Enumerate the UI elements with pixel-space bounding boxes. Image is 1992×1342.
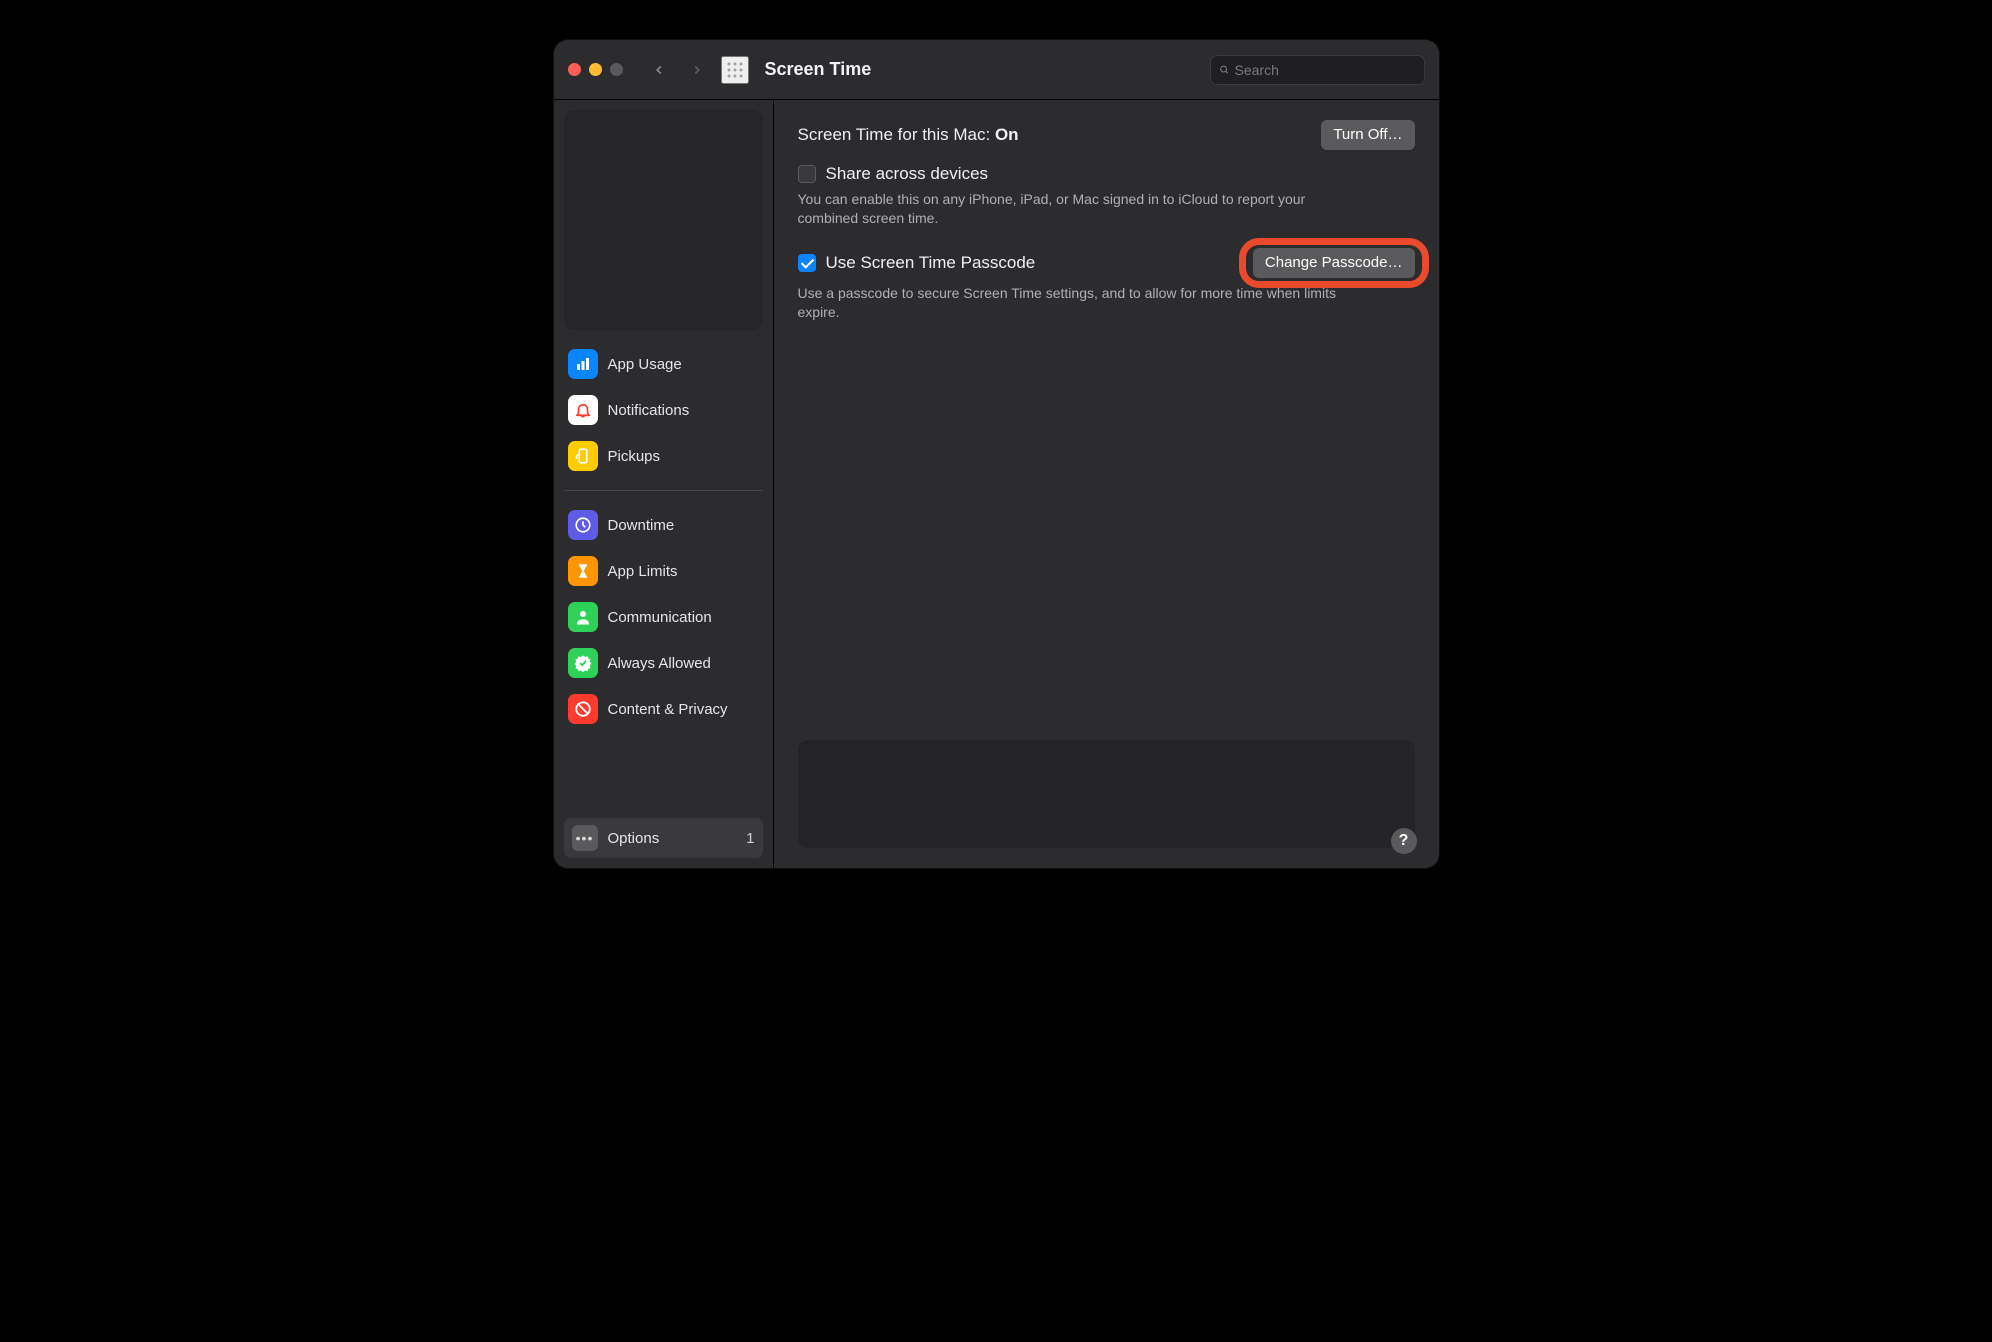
- chevron-right-icon: [690, 63, 704, 77]
- sidebar: App Usage Notifications Pickups: [554, 100, 774, 868]
- sidebar-item-app-limits[interactable]: App Limits: [564, 551, 763, 591]
- change-passcode-button[interactable]: Change Passcode…: [1253, 248, 1415, 278]
- check-icon: [568, 648, 598, 678]
- person-icon: [568, 602, 598, 632]
- window-title: Screen Time: [765, 59, 872, 80]
- close-window-button[interactable]: [568, 63, 581, 76]
- turn-off-button[interactable]: Turn Off…: [1321, 120, 1414, 150]
- ellipsis-icon: •••: [572, 825, 598, 851]
- search-input[interactable]: [1235, 62, 1416, 78]
- status-value: On: [995, 125, 1019, 144]
- window-body: App Usage Notifications Pickups: [554, 100, 1439, 868]
- nosign-icon: [568, 694, 598, 724]
- minimize-window-button[interactable]: [589, 63, 602, 76]
- sidebar-item-label: Communication: [608, 609, 712, 626]
- share-across-devices-label: Share across devices: [826, 164, 989, 184]
- sidebar-item-label: App Usage: [608, 356, 682, 373]
- sidebar-item-notifications[interactable]: Notifications: [564, 390, 763, 430]
- bell-icon: [568, 395, 598, 425]
- grid-icon: [726, 61, 744, 79]
- chart-icon: [568, 349, 598, 379]
- sidebar-item-communication[interactable]: Communication: [564, 597, 763, 637]
- status-prefix: Screen Time for this Mac:: [798, 125, 995, 144]
- sidebar-item-content-privacy[interactable]: Content & Privacy: [564, 689, 763, 729]
- sidebar-item-label: Content & Privacy: [608, 701, 728, 718]
- sidebar-item-label: Pickups: [608, 448, 661, 465]
- forward-button[interactable]: [683, 56, 711, 84]
- show-all-prefs-button[interactable]: [721, 56, 749, 84]
- sidebar-limits-group: Downtime App Limits Communication: [564, 505, 763, 729]
- sidebar-divider: [564, 490, 763, 491]
- window-toolbar: Screen Time: [554, 40, 1439, 100]
- sidebar-item-app-usage[interactable]: App Usage: [564, 344, 763, 384]
- sidebar-item-downtime[interactable]: Downtime: [564, 505, 763, 545]
- sidebar-item-options[interactable]: ••• Options 1: [564, 818, 763, 858]
- search-icon: [1219, 62, 1229, 77]
- hourglass-icon: [568, 556, 598, 586]
- sidebar-item-label: Always Allowed: [608, 655, 711, 672]
- sidebar-item-label: Options: [608, 830, 660, 847]
- share-across-devices-checkbox[interactable]: [798, 165, 816, 183]
- clock-icon: [568, 510, 598, 540]
- share-across-devices-desc: You can enable this on any iPhone, iPad,…: [798, 190, 1358, 228]
- help-button[interactable]: ?: [1391, 828, 1417, 854]
- chevron-left-icon: [652, 63, 666, 77]
- content-pane: Screen Time for this Mac: On Turn Off… S…: [774, 100, 1439, 868]
- sidebar-item-label: App Limits: [608, 563, 678, 580]
- use-passcode-label: Use Screen Time Passcode: [826, 253, 1036, 273]
- screen-time-status-label: Screen Time for this Mac: On: [798, 125, 1019, 145]
- user-avatar-panel: [564, 110, 763, 330]
- maximize-window-button[interactable]: [610, 63, 623, 76]
- sidebar-usage-group: App Usage Notifications Pickups: [564, 344, 763, 476]
- system-preferences-window: Screen Time App Usage: [554, 40, 1439, 868]
- sidebar-item-label: Notifications: [608, 402, 690, 419]
- back-button[interactable]: [645, 56, 673, 84]
- sidebar-item-always-allowed[interactable]: Always Allowed: [564, 643, 763, 683]
- question-icon: ?: [1399, 832, 1409, 850]
- window-controls: [568, 63, 623, 76]
- pickups-icon: [568, 441, 598, 471]
- sidebar-item-pickups[interactable]: Pickups: [564, 436, 763, 476]
- search-field-wrapper[interactable]: [1210, 55, 1425, 85]
- sidebar-item-label: Downtime: [608, 517, 675, 534]
- use-passcode-checkbox[interactable]: [798, 254, 816, 272]
- bottom-info-panel: [798, 740, 1415, 848]
- use-passcode-desc: Use a passcode to secure Screen Time set…: [798, 284, 1358, 322]
- options-badge: 1: [746, 830, 754, 847]
